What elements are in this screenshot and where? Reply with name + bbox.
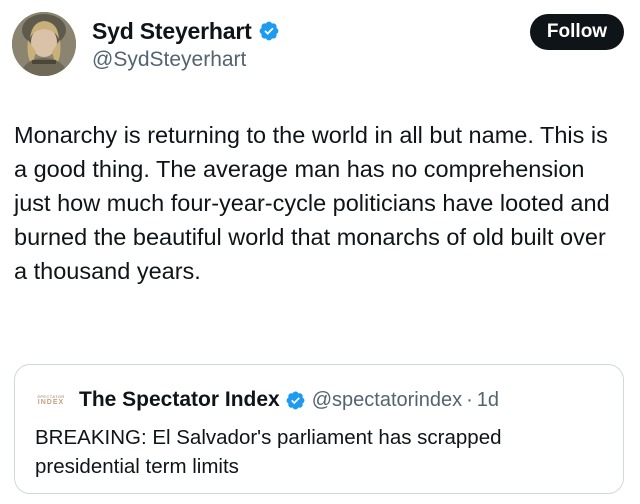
quoted-tweet-card[interactable]: SPECTATOR INDEX The Spectator Index @spe… (14, 364, 624, 494)
separator-dot: · (466, 388, 473, 411)
author-handle[interactable]: @SydSteyerhart (92, 48, 280, 72)
tweet-header: Syd Steyerhart @SydSteyerhart Follow (12, 10, 628, 82)
avatar[interactable] (12, 12, 76, 76)
logo-line-2: INDEX (37, 398, 65, 406)
verified-badge-icon (258, 20, 280, 42)
author-info: Syd Steyerhart @SydSteyerhart (92, 16, 280, 72)
quoted-tweet-header: SPECTATOR INDEX The Spectator Index @spe… (33, 385, 499, 415)
author-display-name[interactable]: Syd Steyerhart (92, 18, 252, 45)
avatar-image (12, 12, 76, 76)
verified-badge-icon (285, 390, 306, 411)
quoted-author-name[interactable]: The Spectator Index (79, 388, 280, 412)
follow-button[interactable]: Follow (530, 14, 624, 50)
quoted-tweet-text: BREAKING: El Salvador's parliament has s… (35, 426, 502, 478)
spectator-index-logo: SPECTATOR INDEX (33, 389, 69, 411)
tweet-text: Monarchy is returning to the world in al… (14, 122, 610, 284)
quoted-author-handle[interactable]: @spectatorindex (312, 389, 462, 412)
quoted-tweet-time[interactable]: 1d (477, 389, 499, 412)
author-name-row: Syd Steyerhart (92, 16, 280, 46)
